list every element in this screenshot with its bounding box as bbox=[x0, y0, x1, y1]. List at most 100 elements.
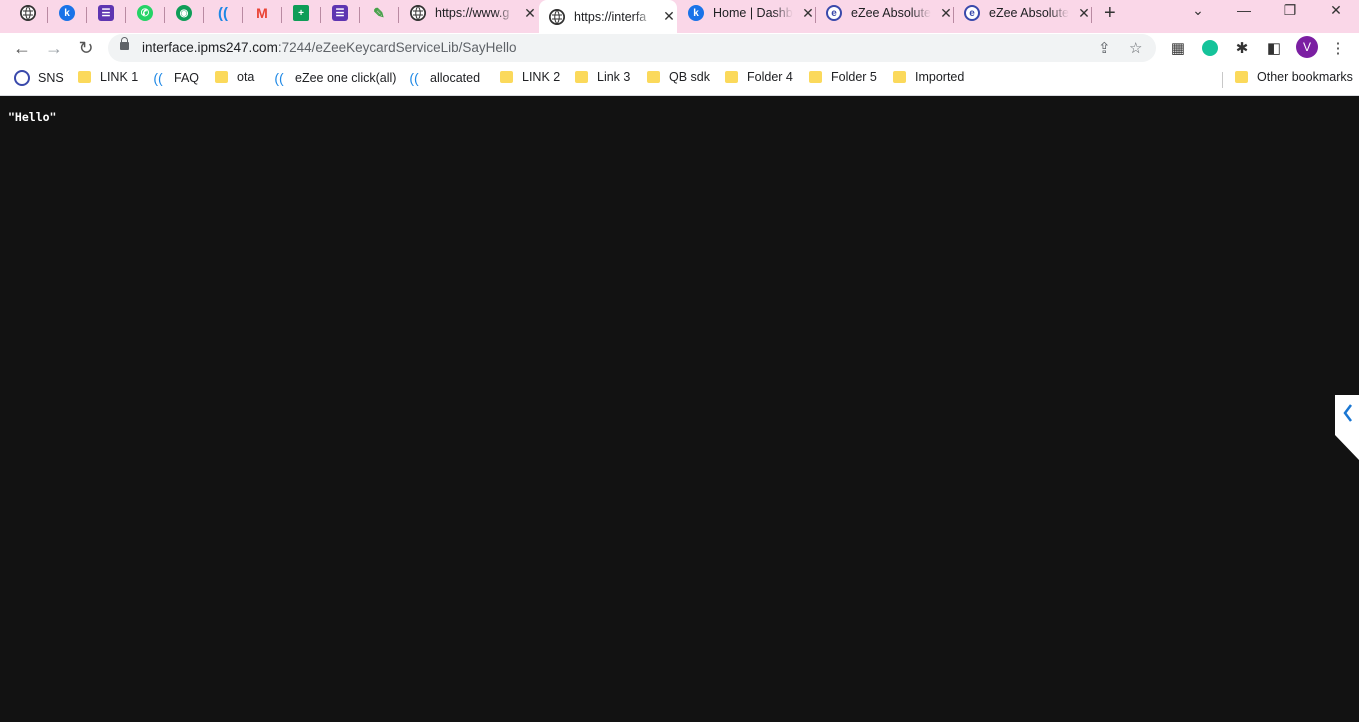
k-icon: k bbox=[59, 5, 75, 21]
gmail-icon: M bbox=[256, 5, 268, 21]
lock-icon bbox=[120, 37, 129, 50]
feather-icon: ✎ bbox=[373, 4, 385, 21]
tab-7[interactable]: + bbox=[282, 0, 320, 26]
tab-13[interactable]: e eZee Absolute ✕ bbox=[816, 0, 954, 26]
bookmark-label: Link 3 bbox=[597, 70, 631, 84]
tab-5[interactable]: (( bbox=[204, 0, 242, 26]
menu-kebab-icon[interactable]: ⋮ bbox=[1328, 38, 1348, 58]
bookmark-qb-sdk[interactable]: QB sdk bbox=[647, 70, 710, 84]
bookmark-label: allocated bbox=[430, 71, 481, 85]
qr-extension-icon[interactable]: ▦ bbox=[1168, 38, 1188, 58]
extensions-puzzle-icon[interactable]: ✱ bbox=[1232, 38, 1252, 58]
bookmark-allocated[interactable]: (( allocated bbox=[406, 70, 480, 86]
folder-icon bbox=[647, 71, 660, 83]
folder-icon bbox=[809, 71, 822, 83]
bookmark-label: Folder 4 bbox=[747, 70, 793, 84]
folder-icon bbox=[215, 71, 228, 83]
bookmark-label: FAQ bbox=[174, 71, 200, 85]
bookmark-sns[interactable]: SNS bbox=[14, 70, 64, 86]
ezee-c-icon: (( bbox=[274, 70, 284, 86]
bookmark-label: LINK 2 bbox=[522, 70, 561, 84]
bookmark-label: Imported bbox=[915, 70, 965, 84]
globe-icon bbox=[410, 5, 426, 21]
reload-icon[interactable]: ↻ bbox=[74, 36, 98, 60]
tab-title: eZee Absolute bbox=[851, 6, 931, 20]
bookmark-faq[interactable]: (( FAQ bbox=[150, 70, 199, 86]
close-icon[interactable]: ✕ bbox=[523, 5, 537, 22]
grammarly-icon[interactable] bbox=[1200, 38, 1220, 58]
tab-0[interactable] bbox=[9, 0, 47, 26]
side-panel-handle[interactable] bbox=[1333, 395, 1359, 460]
bookmark-link-1[interactable]: LINK 1 bbox=[78, 70, 138, 84]
forward-arrow-icon[interactable]: → bbox=[42, 36, 66, 60]
tab-4[interactable]: ◉ bbox=[165, 0, 203, 26]
folder-icon bbox=[725, 71, 738, 83]
other-bookmarks[interactable]: Other bookmarks bbox=[1235, 70, 1353, 84]
minimize-icon[interactable]: — bbox=[1224, 0, 1264, 20]
bookmark-label: Other bookmarks bbox=[1257, 70, 1353, 84]
bookmark-star-icon[interactable]: ☆ bbox=[1129, 39, 1142, 57]
ezee-icon: e bbox=[826, 5, 842, 21]
ezee-c-icon: (( bbox=[153, 70, 163, 86]
close-icon[interactable]: ✕ bbox=[939, 5, 953, 22]
url-host: interface.ipms247.com bbox=[142, 40, 278, 55]
folder-icon bbox=[575, 71, 588, 83]
tab-strip: k ☰ ✆ ◉ (( M + ☰ ✎ https://www.g ✕ https… bbox=[0, 0, 1359, 33]
bookmark-label: ota bbox=[237, 70, 255, 84]
tab-title: Home | Dashb bbox=[713, 6, 793, 20]
browser-toolbar: ← → ↻ interface.ipms247.com:7244/eZeeKey… bbox=[0, 33, 1359, 64]
k-icon: k bbox=[688, 5, 704, 21]
whatsapp-icon: ✆ bbox=[137, 5, 153, 21]
folder-icon bbox=[1235, 71, 1248, 83]
close-window-icon[interactable]: ✕ bbox=[1316, 0, 1356, 20]
tab-6[interactable]: M bbox=[243, 0, 281, 26]
avatar[interactable]: V bbox=[1296, 36, 1318, 58]
bookmark-link-3[interactable]: Link 3 bbox=[575, 70, 630, 84]
bookmark-folder-5[interactable]: Folder 5 bbox=[809, 70, 877, 84]
bookmark-label: LINK 1 bbox=[100, 70, 139, 84]
response-text: "Hello" bbox=[8, 110, 57, 124]
tab-search-chevron-icon[interactable]: ⌄ bbox=[1178, 0, 1218, 20]
bookmark-folder-4[interactable]: Folder 4 bbox=[725, 70, 793, 84]
bookmark-imported[interactable]: Imported bbox=[893, 70, 964, 84]
close-icon[interactable]: ✕ bbox=[801, 5, 815, 22]
bookmark-link-2[interactable]: LINK 2 bbox=[500, 70, 560, 84]
bookmarks-divider bbox=[1222, 72, 1223, 88]
tab-9[interactable]: ✎ bbox=[360, 0, 398, 26]
tab-8[interactable]: ☰ bbox=[321, 0, 359, 26]
tab-14[interactable]: e eZee Absolute ✕ bbox=[954, 0, 1092, 26]
globe-icon bbox=[20, 5, 36, 21]
folder-icon bbox=[78, 71, 91, 83]
folder-icon bbox=[500, 71, 513, 83]
back-arrow-icon[interactable]: ← bbox=[10, 36, 34, 60]
tab-title: https://interfa bbox=[574, 9, 647, 24]
sns-icon bbox=[14, 70, 30, 86]
side-panel-icon[interactable]: ◧ bbox=[1264, 38, 1284, 58]
tab-12[interactable]: k Home | Dashb ✕ bbox=[678, 0, 816, 26]
new-tab-plus-icon[interactable]: + bbox=[1104, 2, 1116, 25]
tab-3[interactable]: ✆ bbox=[126, 0, 164, 26]
bookmarks-bar: SNS LINK 1 (( FAQ ota (( eZee one click(al… bbox=[0, 64, 1359, 96]
bookmark-ota[interactable]: ota bbox=[215, 70, 254, 84]
tab-1[interactable]: k bbox=[48, 0, 86, 26]
close-icon[interactable]: ✕ bbox=[1077, 5, 1091, 22]
tab-title: eZee Absolute bbox=[989, 6, 1069, 20]
restore-icon[interactable]: ❐ bbox=[1270, 0, 1310, 20]
tab-11-active[interactable]: https://interfa ✕ bbox=[539, 0, 677, 33]
tab-10[interactable]: https://www.g ✕ bbox=[400, 0, 538, 26]
close-icon[interactable]: ✕ bbox=[662, 8, 676, 25]
bookmark-label: QB sdk bbox=[669, 70, 710, 84]
url-text[interactable]: interface.ipms247.com:7244/eZeeKeycardSe… bbox=[142, 40, 516, 55]
sheets-icon: + bbox=[293, 5, 309, 21]
circle-icon: ◉ bbox=[176, 5, 192, 21]
page-content: "Hello" bbox=[0, 97, 1359, 722]
folder-icon bbox=[893, 71, 906, 83]
ezee-c-icon: (( bbox=[409, 70, 419, 86]
bookmark-ezee-one-click[interactable]: (( eZee one click(all) bbox=[271, 70, 396, 86]
bookmark-label: Folder 5 bbox=[831, 70, 877, 84]
tab-2[interactable]: ☰ bbox=[87, 0, 125, 26]
address-bar[interactable]: interface.ipms247.com:7244/eZeeKeycardSe… bbox=[108, 34, 1156, 62]
share-icon[interactable]: ⇪ bbox=[1098, 39, 1111, 57]
bookmark-label: eZee one click(all) bbox=[295, 71, 397, 85]
list-icon: ☰ bbox=[98, 5, 114, 21]
